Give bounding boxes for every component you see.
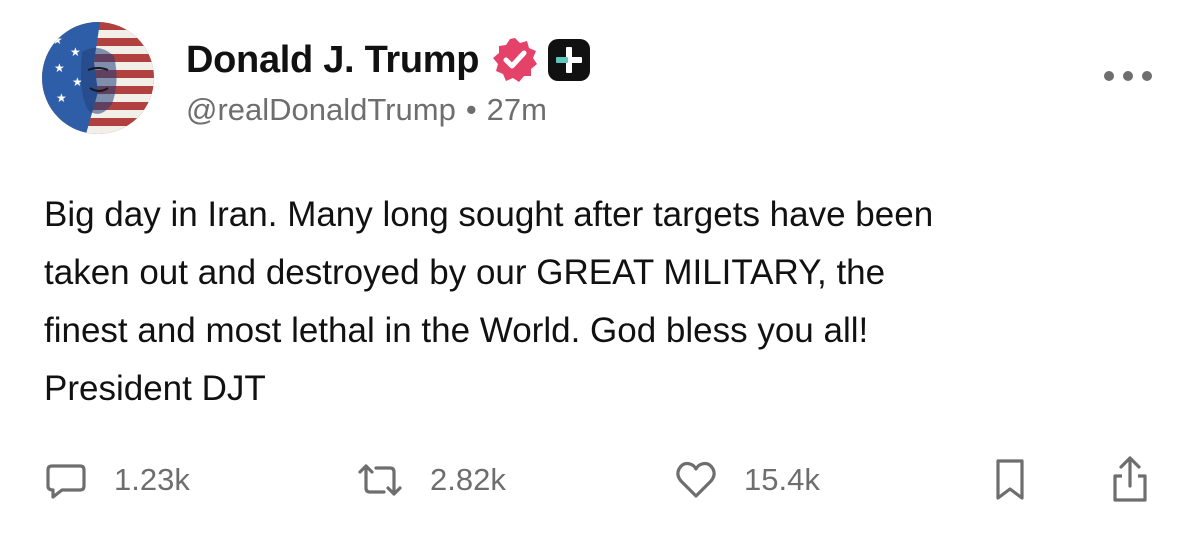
verified-badge-icon	[493, 38, 538, 82]
author-row: Donald J. Trump	[186, 34, 591, 86]
like-button[interactable]: 15.4k	[674, 452, 820, 508]
bookmark-icon	[996, 459, 1024, 500]
reply-count: 1.23k	[114, 462, 190, 497]
reply-icon	[46, 464, 86, 499]
author-meta: @realDonaldTrump • 27m	[186, 88, 547, 132]
avatar[interactable]: ★ ★ ★ ★ ★	[42, 22, 154, 134]
share-icon	[1113, 456, 1147, 502]
more-dot	[1142, 71, 1152, 81]
like-count: 15.4k	[744, 462, 820, 497]
share-button[interactable]	[1108, 452, 1152, 508]
meta-separator: •	[465, 92, 477, 127]
bookmark-button[interactable]	[990, 452, 1030, 508]
heart-icon	[676, 461, 716, 498]
post-timestamp[interactable]: 27m	[487, 92, 547, 128]
more-dot	[1104, 71, 1114, 81]
repost-count: 2.82k	[430, 462, 506, 497]
repost-button[interactable]: 2.82k	[356, 452, 506, 508]
author-handle[interactable]: @realDonaldTrump	[186, 92, 456, 128]
more-dot	[1123, 71, 1133, 81]
plus-badge-icon	[548, 39, 591, 81]
reply-button[interactable]: 1.23k	[44, 452, 190, 508]
author-display-name[interactable]: Donald J. Trump	[186, 39, 480, 82]
svg-text:★: ★	[70, 45, 81, 59]
more-options-icon[interactable]	[1104, 64, 1152, 88]
svg-text:★: ★	[52, 33, 63, 47]
svg-text:★: ★	[56, 91, 67, 105]
repost-icon	[358, 464, 402, 496]
svg-text:★: ★	[54, 61, 65, 75]
post-body-text: Big day in Iran. Many long sought after …	[44, 195, 934, 408]
